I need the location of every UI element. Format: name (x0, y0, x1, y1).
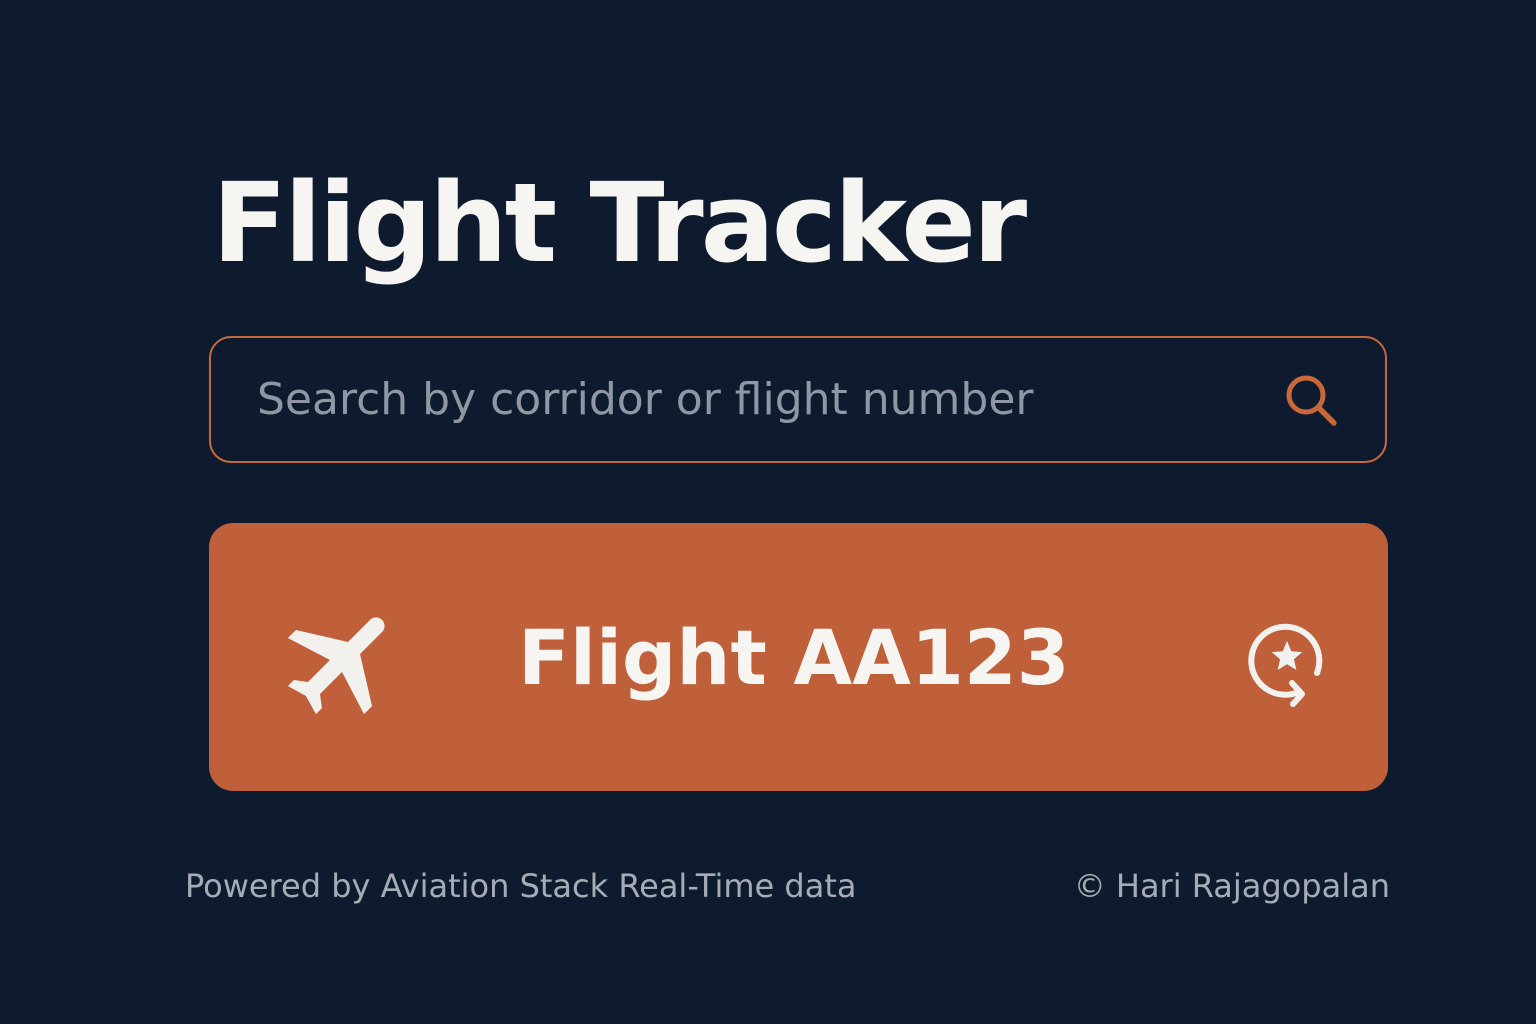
footer-credit: Powered by Aviation Stack Real-Time data (185, 867, 857, 905)
search-bar (209, 336, 1387, 463)
favorite-refresh-icon[interactable] (1238, 612, 1334, 708)
search-input[interactable] (211, 338, 1271, 461)
search-button[interactable] (1271, 360, 1351, 440)
footer-copyright: © Hari Rajagopalan (1073, 867, 1390, 905)
airplane-icon (287, 617, 385, 715)
search-icon (1286, 375, 1337, 426)
flight-number-label: Flight AA123 (518, 613, 1070, 702)
flight-tracker-page: Flight Tracker Flight AA123 Powered by A… (0, 0, 1536, 1024)
page-title: Flight Tracker (212, 159, 1027, 287)
